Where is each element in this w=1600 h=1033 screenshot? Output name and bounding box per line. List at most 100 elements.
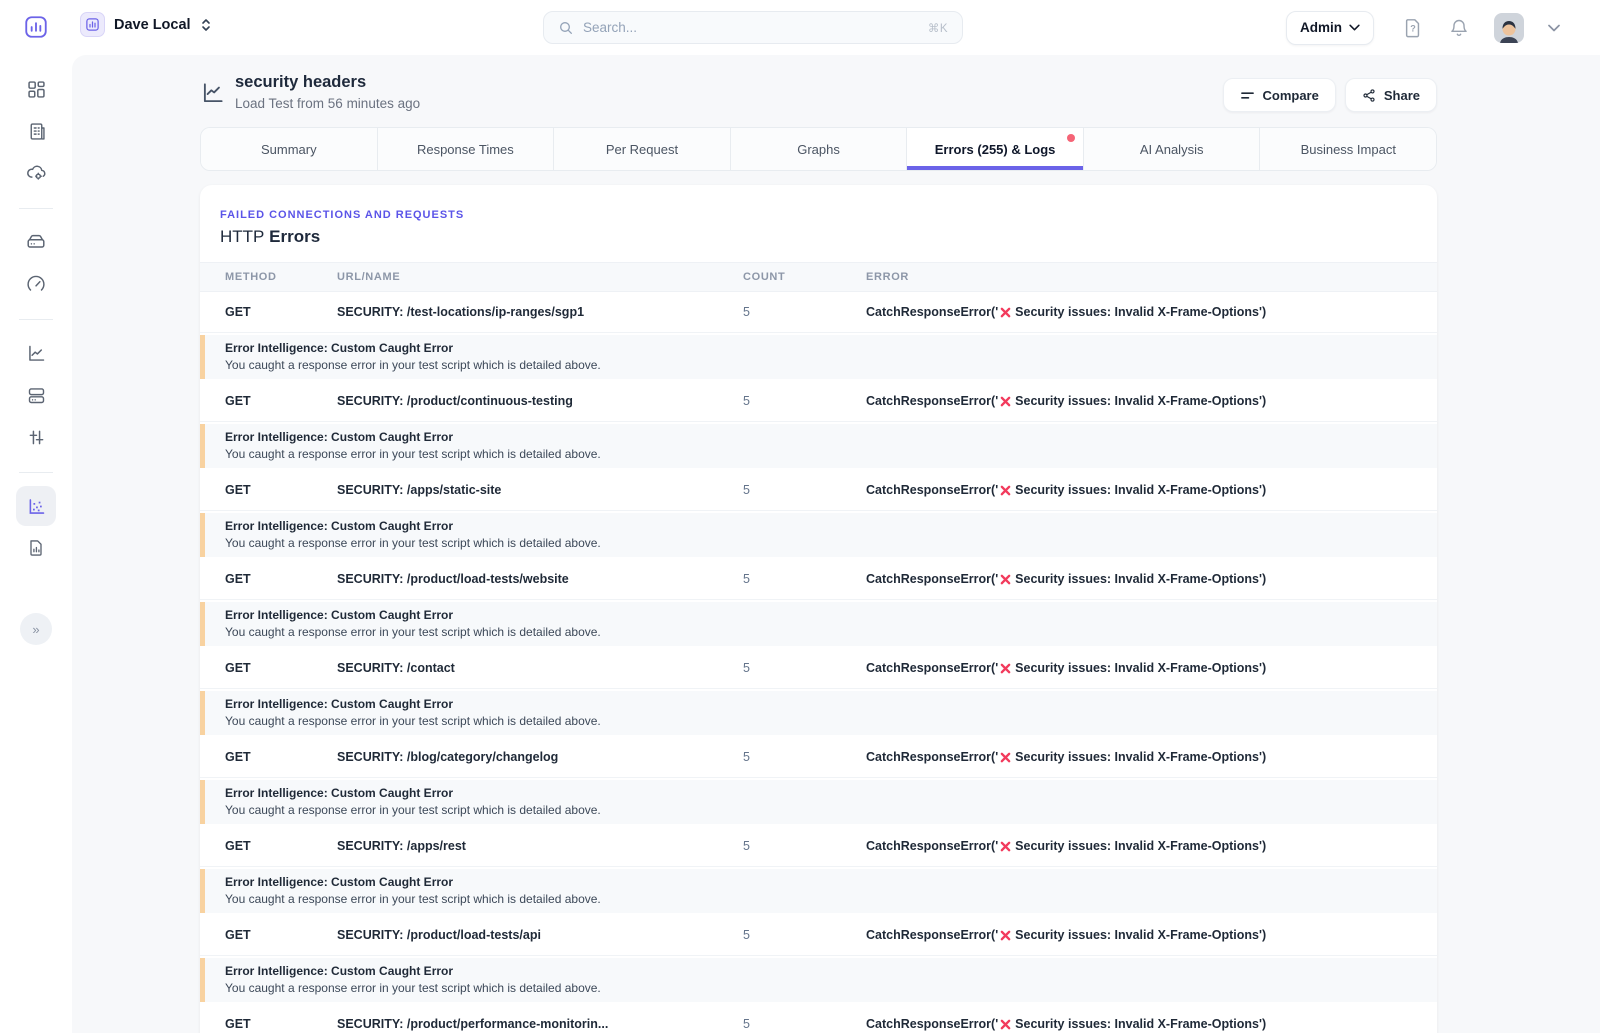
sidebar-divider [19,208,53,209]
error-intelligence-title: Error Intelligence: Custom Caught Error [225,697,1437,711]
error-intelligence-title: Error Intelligence: Custom Caught Error [225,875,1437,889]
panel-title-prefix: HTTP [220,227,264,246]
sidebar-item-scatter-plot-active[interactable] [16,486,56,526]
error-table-row[interactable]: GETSECURITY: /apps/rest5CatchResponseErr… [200,826,1437,867]
error-cross-icon [1000,930,1011,941]
top-bar: Dave Local ⌘K Admin ? [0,0,1600,55]
tab-errors-255-logs[interactable]: Errors (255) & Logs [907,128,1084,170]
error-cross-icon [1000,841,1011,852]
sidebar-item-server-stack[interactable] [16,375,56,415]
error-intelligence-title: Error Intelligence: Custom Caught Error [225,964,1437,978]
error-table-row[interactable]: GETSECURITY: /test-locations/ip-ranges/s… [200,292,1437,333]
error-table-row[interactable]: GETSECURITY: /apps/static-site5CatchResp… [200,470,1437,511]
section-label: FAILED CONNECTIONS AND REQUESTS [220,209,1413,221]
compare-button[interactable]: Compare [1223,78,1336,112]
row-count: 5 [743,928,866,942]
errors-table-body: GETSECURITY: /test-locations/ip-ranges/s… [200,292,1437,1033]
panel-title-main: Errors [269,227,320,246]
tab-ai-analysis[interactable]: AI Analysis [1084,128,1261,170]
row-count: 5 [743,1017,866,1031]
sidebar-item-dashboard[interactable] [16,69,56,109]
error-cross-icon [1000,396,1011,407]
row-error-message: CatchResponseError(' Security issues: In… [866,928,1437,942]
tab-label: Graphs [797,142,840,157]
notifications-bell-icon[interactable] [1448,17,1470,39]
sidebar-item-chart-line[interactable] [16,333,56,373]
row-error-message: CatchResponseError(' Security issues: In… [866,1017,1437,1031]
chevron-down-icon [1349,24,1360,31]
row-url-name: SECURITY: /blog/category/changelog [337,750,743,764]
error-text-suffix: Security issues: Invalid X-Frame-Options… [1015,572,1266,586]
sidebar-expand-button[interactable]: » [20,613,52,645]
error-table-row[interactable]: GETSECURITY: /product/load-tests/website… [200,559,1437,600]
error-text-suffix: Security issues: Invalid X-Frame-Options… [1015,750,1266,764]
svg-text:?: ? [1410,23,1416,33]
tab-label: Summary [261,142,317,157]
row-url-name: SECURITY: /apps/static-site [337,483,743,497]
search-bar[interactable]: ⌘K [543,11,963,44]
error-text-prefix: CatchResponseError(' [866,1017,998,1031]
error-cross-icon [1000,485,1011,496]
sidebar-item-server-drive[interactable] [16,222,56,262]
topbar-right-cluster: Admin ? [1286,0,1560,55]
errors-table-header: METHOD URL/NAME COUNT ERROR [200,262,1437,292]
error-text-suffix: Security issues: Invalid X-Frame-Options… [1015,394,1266,408]
error-table-row[interactable]: GETSECURITY: /blog/category/changelog5Ca… [200,737,1437,778]
tab-per-request[interactable]: Per Request [554,128,731,170]
sidebar-item-report-document[interactable] [16,528,56,568]
error-cross-icon [1000,752,1011,763]
workspace-selector[interactable]: Dave Local [80,12,212,37]
error-text-suffix: Security issues: Invalid X-Frame-Options… [1015,305,1266,319]
tab-response-times[interactable]: Response Times [378,128,555,170]
error-intelligence-title: Error Intelligence: Custom Caught Error [225,608,1437,622]
chevron-updown-icon [200,18,212,32]
column-method: METHOD [200,271,337,283]
errors-panel: FAILED CONNECTIONS AND REQUESTS HTTP Err… [200,185,1437,1033]
error-intelligence-title: Error Intelligence: Custom Caught Error [225,341,1437,355]
error-table-row[interactable]: GETSECURITY: /contact5CatchResponseError… [200,648,1437,689]
column-url-name: URL/NAME [337,271,743,283]
tab-business-impact[interactable]: Business Impact [1260,128,1436,170]
error-intelligence-title: Error Intelligence: Custom Caught Error [225,430,1437,444]
help-icon[interactable]: ? [1402,17,1424,39]
main-content: security headers Load Test from 56 minut… [72,55,1600,1033]
error-table-row[interactable]: GETSECURITY: /product/performance-monito… [200,1004,1437,1033]
sidebar-item-cloud-settings[interactable] [16,153,56,193]
error-intelligence-band: Error Intelligence: Custom Caught ErrorY… [200,513,1437,557]
account-chevron-icon[interactable] [1548,24,1560,32]
error-intelligence-band: Error Intelligence: Custom Caught ErrorY… [200,424,1437,468]
tab-label: AI Analysis [1140,142,1204,157]
search-input[interactable] [583,20,919,35]
error-table-row[interactable]: GETSECURITY: /product/continuous-testing… [200,381,1437,422]
row-count: 5 [743,483,866,497]
error-table-row[interactable]: GETSECURITY: /product/load-tests/api5Cat… [200,915,1437,956]
row-error-message: CatchResponseError(' Security issues: In… [866,839,1437,853]
error-intelligence-band: Error Intelligence: Custom Caught ErrorY… [200,691,1437,735]
row-count: 5 [743,750,866,764]
error-text-prefix: CatchResponseError(' [866,572,998,586]
tab-label: Response Times [417,142,514,157]
tab-graphs[interactable]: Graphs [731,128,908,170]
row-method: GET [200,839,337,853]
sidebar-item-sliders[interactable] [16,417,56,457]
error-text-prefix: CatchResponseError(' [866,750,998,764]
row-method: GET [200,661,337,675]
sidebar-item-building[interactable] [16,111,56,151]
admin-menu-button[interactable]: Admin [1286,11,1374,45]
share-button[interactable]: Share [1345,78,1437,112]
row-url-name: SECURITY: /contact [337,661,743,675]
user-avatar[interactable] [1494,13,1524,43]
error-text-prefix: CatchResponseError(' [866,394,998,408]
error-cross-icon [1000,574,1011,585]
results-tab-bar: Summary Response Times Per Request Graphs Er… [200,127,1437,171]
row-error-message: CatchResponseError(' Security issues: In… [866,572,1437,586]
error-text-prefix: CatchResponseError(' [866,483,998,497]
error-text-prefix: CatchResponseError(' [866,661,998,675]
error-text-prefix: CatchResponseError(' [866,928,998,942]
tab-summary[interactable]: Summary [201,128,378,170]
sidebar-item-gauge[interactable] [16,264,56,304]
test-chart-icon [200,80,226,106]
page-header: security headers Load Test from 56 minut… [200,70,1437,120]
left-sidebar: » [0,55,72,1033]
app-logo-icon[interactable] [22,13,50,41]
